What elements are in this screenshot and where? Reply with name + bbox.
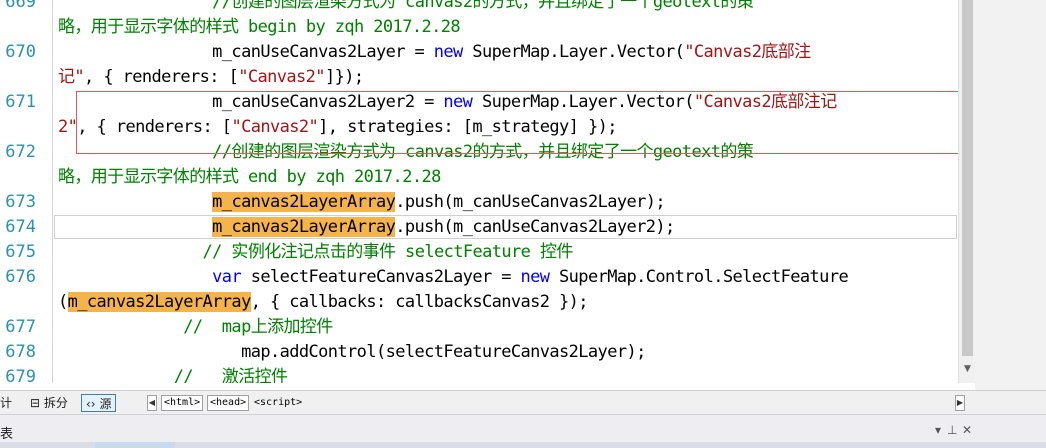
- code-token: (: [58, 292, 68, 312]
- design-view-button[interactable]: 计: [0, 394, 12, 412]
- code-text: 记", { renderers: ["Canvas2"]});: [58, 65, 364, 90]
- code-token: new: [520, 267, 551, 287]
- split-label: 拆分: [43, 396, 68, 410]
- code-token: m_canUseCanvas2Layer =: [58, 42, 434, 62]
- line-number: 674: [5, 217, 36, 237]
- code-editor[interactable]: 669 //创建的图层渲染方式为 canvas2的方式，并且绑定了一个geote…: [0, 0, 958, 383]
- code-token: map.addControl(selectFeatureCanvas2Layer…: [58, 342, 646, 362]
- code-line[interactable]: 675 // 实例化注记点击的事件 selectFeature 控件: [0, 240, 958, 265]
- output-panel-header: 表 ▾ ⊥ ✕: [0, 414, 1046, 448]
- source-label: 源: [99, 397, 112, 411]
- line-number: 677: [5, 317, 36, 337]
- code-text: //创建的图层渲染方式为 canvas2的方式，并且绑定了一个geotext的策: [58, 0, 754, 15]
- code-line[interactable]: 略，用于显示字体的样式 end by zqh 2017.2.28: [0, 165, 958, 190]
- line-number: 675: [5, 242, 36, 262]
- annotation-red-box: [76, 91, 958, 154]
- code-line[interactable]: 678 map.addControl(selectFeatureCanvas2L…: [0, 340, 958, 365]
- line-number: 671: [5, 92, 36, 112]
- code-token: SuperMap.Control.SelectFeature: [549, 267, 849, 287]
- code-token: "Canvas2": [238, 67, 325, 87]
- code-token: selectFeatureCanvas2Layer =: [241, 267, 521, 287]
- line-number: 679: [5, 367, 36, 383]
- code-line[interactable]: 略，用于显示字体的样式 begin by zqh 2017.2.28: [0, 15, 958, 40]
- tag-nav-right-icon[interactable]: ▶: [955, 395, 965, 411]
- code-line[interactable]: 676 var selectFeatureCanvas2Layer = new …: [0, 265, 958, 290]
- code-token: .push(m_canUseCanvas2Layer);: [395, 192, 666, 212]
- panel-close-icon[interactable]: ✕: [962, 423, 972, 437]
- panel-dropdown-icon[interactable]: ▾: [935, 423, 941, 437]
- source-icon: ‹›: [86, 397, 96, 411]
- code-line[interactable]: 记", { renderers: ["Canvas2"]});: [0, 65, 958, 90]
- code-token: "Canvas2底部注: [684, 42, 811, 62]
- code-token: m_canvas2LayerArray: [67, 292, 251, 312]
- code-text: var selectFeatureCanvas2Layer = new Supe…: [58, 265, 849, 290]
- line-number: 676: [5, 267, 36, 287]
- scroll-down-arrow-icon[interactable]: ▼: [959, 362, 976, 376]
- line-number: 673: [5, 192, 36, 212]
- code-text: // 实例化注记点击的事件 selectFeature 控件: [58, 240, 574, 265]
- code-token: , { callbacks: callbacksCanvas2 });: [250, 292, 589, 312]
- code-token: 略，用于显示字体的样式 begin by zqh 2017.2.28: [58, 17, 461, 37]
- editor-view-bar: 计 ⊟ 拆分 ‹› 源 ◀ <html> <head> <script> ▶: [0, 390, 1046, 414]
- code-token: , { renderers: [: [84, 67, 239, 87]
- code-text: // 激活控件: [58, 365, 288, 383]
- code-token: SuperMap.Layer.Vector(: [462, 42, 685, 62]
- vertical-scrollbar[interactable]: ▼: [958, 0, 975, 383]
- line-number: 678: [5, 342, 36, 362]
- code-text: m_canvas2LayerArray.push(m_canUseCanvas2…: [58, 190, 666, 215]
- code-token: // 实例化注记点击的事件 selectFeature 控件: [58, 242, 574, 262]
- code-token: // map上添加控件: [58, 317, 333, 337]
- code-line[interactable]: 669 //创建的图层渲染方式为 canvas2的方式，并且绑定了一个geote…: [0, 0, 958, 15]
- code-text: (m_canvas2LayerArray, { callbacks: callb…: [58, 290, 589, 315]
- code-text: 略，用于显示字体的样式 begin by zqh 2017.2.28: [58, 15, 461, 40]
- code-token: m_canvas2LayerArray: [212, 192, 396, 212]
- code-token: 略，用于显示字体的样式 end by zqh 2017.2.28: [58, 167, 441, 187]
- line-number: 672: [5, 142, 36, 162]
- code-line[interactable]: 679 // 激活控件: [0, 365, 958, 383]
- line-number: 669: [5, 0, 36, 12]
- code-text: // map上添加控件: [58, 315, 333, 340]
- split-view-button[interactable]: ⊟ 拆分: [30, 394, 68, 412]
- code-line[interactable]: 677 // map上添加控件: [0, 315, 958, 340]
- tag-html[interactable]: <html>: [161, 395, 204, 411]
- code-token: 记": [58, 67, 85, 87]
- code-line[interactable]: (m_canvas2LayerArray, { callbacks: callb…: [0, 290, 958, 315]
- source-view-button[interactable]: ‹› 源: [81, 394, 117, 412]
- panel-pin-icon[interactable]: ⊥: [947, 423, 957, 437]
- code-text: 略，用于显示字体的样式 end by zqh 2017.2.28: [58, 165, 441, 190]
- scrollbar-thumb[interactable]: [962, 0, 973, 356]
- code-line[interactable]: 673 m_canvas2LayerArray.push(m_canUseCan…: [0, 190, 958, 215]
- code-token: 2": [58, 117, 78, 137]
- code-text: m_canUseCanvas2Layer = new SuperMap.Laye…: [58, 40, 811, 65]
- code-token: new: [433, 42, 464, 62]
- code-token: // 激活控件: [58, 367, 288, 383]
- panel-title: 表: [0, 427, 14, 442]
- tag-head[interactable]: <head>: [207, 395, 250, 411]
- line-number: 670: [5, 42, 36, 62]
- tag-nav-left-icon[interactable]: ◀: [147, 395, 157, 411]
- code-text: map.addControl(selectFeatureCanvas2Layer…: [58, 340, 646, 365]
- code-token: var: [212, 267, 242, 287]
- tag-script[interactable]: <script>: [251, 395, 305, 411]
- panel-tab[interactable]: [95, 442, 175, 448]
- right-side-panel: [975, 0, 1046, 390]
- current-line-highlight: [54, 215, 957, 239]
- split-icon: ⊟: [30, 396, 41, 410]
- code-token: //创建的图层渲染方式为 canvas2的方式，并且绑定了一个geotext的策: [58, 0, 754, 12]
- code-line[interactable]: 670 m_canUseCanvas2Layer = new SuperMap.…: [0, 40, 958, 65]
- code-token: ]});: [324, 67, 364, 87]
